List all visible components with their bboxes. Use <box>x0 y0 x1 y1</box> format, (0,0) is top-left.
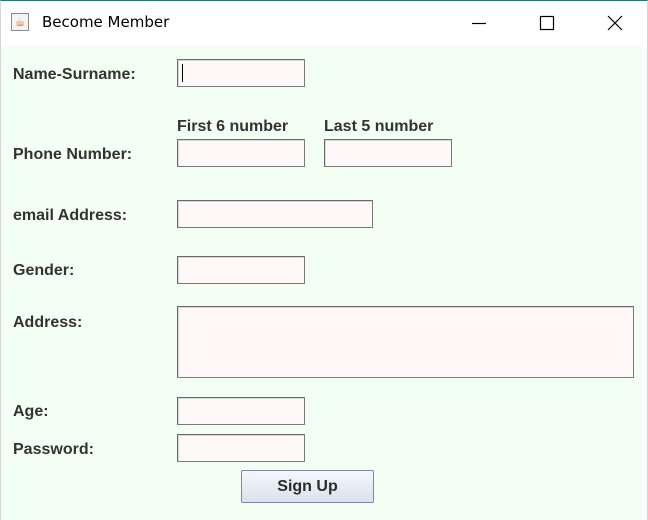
phone-number-label: Phone Number: <box>13 146 133 163</box>
gender-label: Gender: <box>13 262 75 279</box>
become-member-window: ☕ Become Member Name-Surname: First 6 nu… <box>0 0 648 520</box>
maximize-icon <box>539 15 555 31</box>
minimize-icon <box>472 22 486 25</box>
signup-form: Name-Surname: First 6 number Last 5 numb… <box>1 45 642 520</box>
phone-first-caption: First 6 number <box>177 118 289 135</box>
age-input[interactable] <box>177 397 305 425</box>
name-surname-input[interactable] <box>177 59 305 87</box>
close-icon <box>607 15 623 31</box>
maximize-button[interactable] <box>513 1 581 45</box>
age-label: Age: <box>13 403 49 420</box>
address-textarea[interactable] <box>177 306 634 378</box>
java-cup-icon: ☕ <box>11 13 29 31</box>
sign-up-button[interactable]: Sign Up <box>241 470 374 503</box>
phone-last-caption: Last 5 number <box>324 118 434 135</box>
address-label: Address: <box>13 314 83 331</box>
password-label: Password: <box>13 441 94 458</box>
password-input[interactable] <box>177 434 305 462</box>
title-bar[interactable]: ☕ Become Member <box>1 1 647 45</box>
gender-input[interactable] <box>177 256 305 284</box>
email-address-input[interactable] <box>177 200 373 228</box>
email-address-label: email Address: <box>13 207 128 224</box>
text-cursor <box>182 64 183 82</box>
name-surname-label: Name-Surname: <box>13 66 136 83</box>
phone-first-input[interactable] <box>177 139 305 167</box>
phone-last-input[interactable] <box>324 139 452 167</box>
window-title: Become Member <box>42 13 170 31</box>
minimize-button[interactable] <box>445 1 513 45</box>
close-button[interactable] <box>581 1 648 45</box>
